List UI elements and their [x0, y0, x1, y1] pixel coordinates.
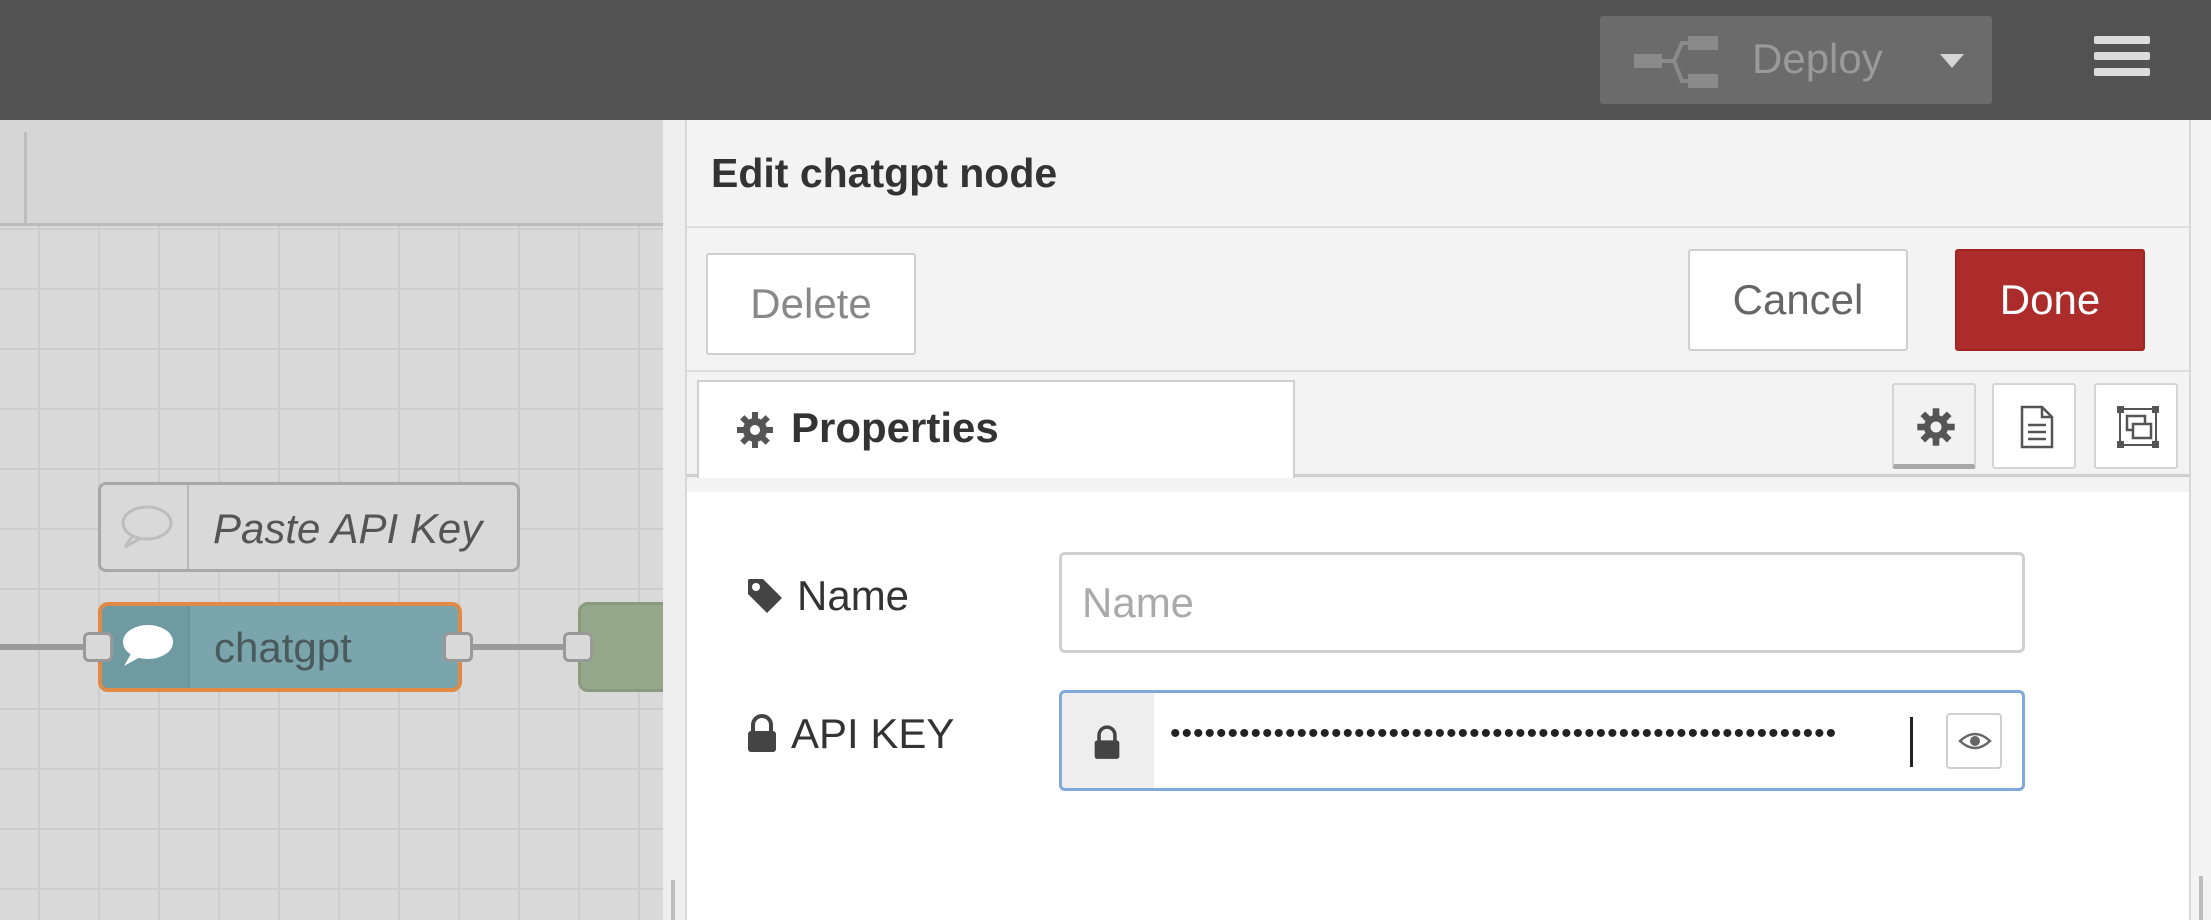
chat-bubble-icon — [123, 625, 173, 666]
settings-gear-icon — [1917, 408, 1955, 446]
text-cursor — [1910, 717, 1913, 767]
tray-title: Edit chatgpt node — [711, 150, 1058, 196]
chatgpt-node-icon-area — [102, 606, 190, 688]
deploy-dropdown-caret-icon[interactable] — [1940, 54, 1964, 68]
eye-icon — [1958, 732, 1992, 750]
tab-description-icon[interactable] — [1992, 383, 2076, 469]
tab-node-properties-icon[interactable] — [1892, 383, 1976, 469]
comment-bubble-icon — [121, 505, 173, 549]
workspace-tab-edge — [24, 132, 27, 226]
done-button[interactable]: Done — [1955, 249, 2145, 351]
settings-gear-icon — [737, 412, 773, 448]
deploy-label: Deploy — [1752, 35, 1883, 82]
name-label-row: Name — [745, 572, 909, 620]
apikey-label-row: API KEY — [745, 710, 954, 758]
edit-tray: Edit chatgpt node — [663, 120, 2211, 920]
deploy-button[interactable]: Deploy — [1600, 16, 1992, 104]
apikey-masked-value: ••••••••••••••••••••••••••••••••••••••••… — [1170, 717, 1838, 750]
delete-button[interactable]: Delete — [706, 253, 916, 355]
chatgpt-output-port[interactable] — [443, 632, 473, 662]
tab-properties[interactable]: Properties — [697, 380, 1295, 478]
tab-underline-left — [687, 474, 697, 477]
downstream-input-port[interactable] — [563, 632, 593, 662]
toolbar-divider — [687, 370, 2189, 372]
lock-icon — [748, 714, 776, 752]
chatgpt-input-port[interactable] — [83, 632, 113, 662]
tab-appearance-icon[interactable] — [2094, 383, 2178, 469]
tray-scrollbar-thumb[interactable] — [2199, 876, 2203, 920]
workspace-tab-bar — [0, 120, 663, 226]
tab-properties-label: Properties — [791, 404, 999, 451]
tab-underline-right — [1295, 474, 2189, 477]
lock-icon — [1094, 725, 1120, 759]
hamburger-menu-icon[interactable] — [2094, 36, 2150, 86]
flow-workspace[interactable]: Paste API Key chatgpt — [0, 120, 663, 920]
apikey-input[interactable]: ••••••••••••••••••••••••••••••••••••••••… — [1059, 690, 2025, 791]
deploy-flow-icon — [1634, 36, 1718, 88]
cancel-button[interactable]: Cancel — [1688, 249, 1908, 351]
name-label: Name — [797, 572, 910, 619]
chatgpt-node-label: chatgpt — [214, 624, 352, 671]
apikey-type-indicator — [1062, 693, 1154, 788]
chatgpt-node[interactable]: chatgpt — [98, 602, 462, 692]
comment-node-label: Paste API Key — [213, 505, 483, 552]
comment-node[interactable]: Paste API Key — [98, 482, 520, 572]
tray-title-bar: Edit chatgpt node — [687, 120, 2189, 228]
appearance-frame-icon — [2117, 406, 2159, 448]
apikey-label: API KEY — [791, 710, 955, 757]
tray-resize-rail[interactable] — [663, 120, 687, 920]
show-password-button[interactable] — [1946, 713, 2002, 769]
comment-node-icon-area — [101, 485, 189, 569]
description-doc-icon — [2020, 405, 2054, 449]
tray-resize-handle[interactable] — [671, 880, 675, 920]
name-input[interactable] — [1059, 552, 2025, 653]
tray-scrollbar[interactable] — [2189, 120, 2211, 920]
tag-icon — [748, 579, 782, 613]
wire-left — [0, 644, 90, 650]
top-header: Deploy — [0, 0, 2211, 120]
